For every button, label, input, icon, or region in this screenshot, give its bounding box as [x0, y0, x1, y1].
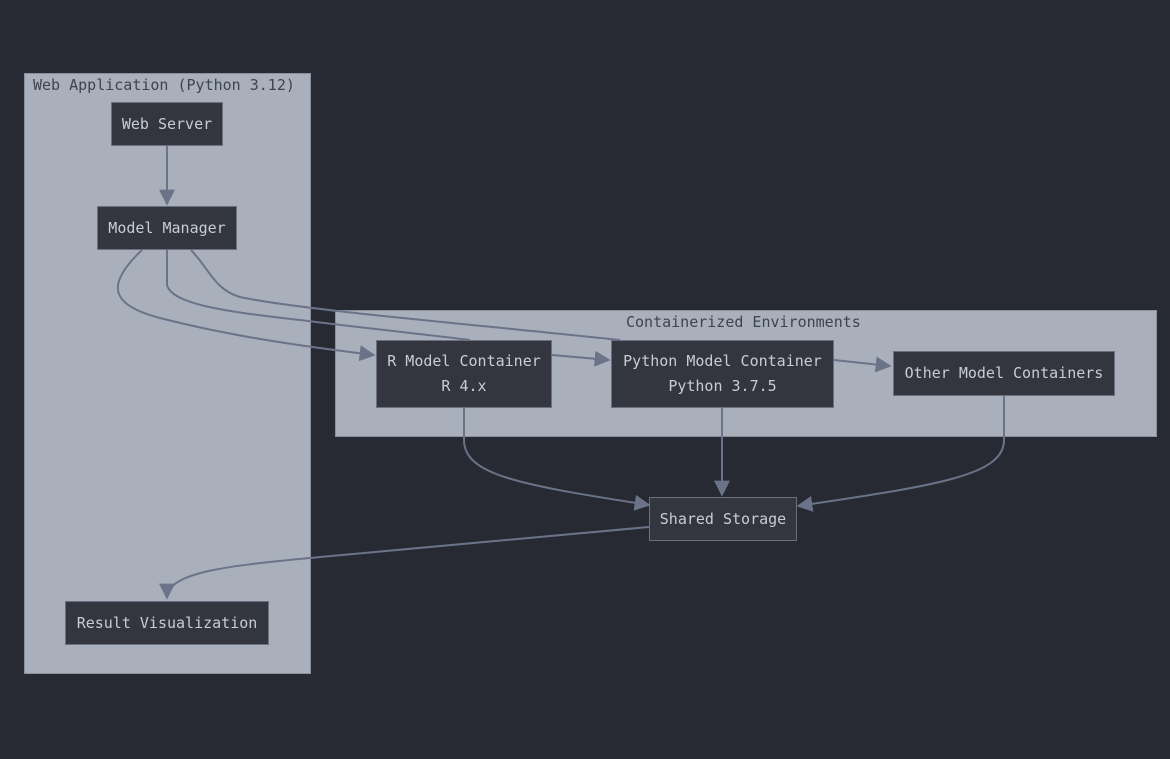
- cluster-web-application-label: Web Application (Python 3.12): [33, 76, 295, 94]
- cluster-containerized-environments-label: Containerized Environments: [626, 313, 861, 331]
- node-model-manager-label: Model Manager: [108, 218, 226, 237]
- node-r-model-container-label: R Model Container: [387, 352, 541, 370]
- node-r-model-container-version: R 4.x: [441, 377, 487, 395]
- node-web-server[interactable]: Web Server: [111, 102, 223, 146]
- node-python-model-container-label: Python Model Container: [623, 352, 822, 370]
- node-model-manager[interactable]: Model Manager: [97, 206, 237, 250]
- node-python-model-container[interactable]: Python Model Container Python 3.7.5: [611, 340, 834, 408]
- node-shared-storage-label: Shared Storage: [659, 509, 787, 528]
- node-result-visualization-label: Result Visualization: [76, 613, 258, 632]
- node-other-model-containers-label: Other Model Containers: [904, 364, 1104, 382]
- node-shared-storage[interactable]: Shared Storage: [649, 497, 797, 541]
- diagram-canvas: Web Application (Python 3.12) Containeri…: [0, 0, 1170, 759]
- node-r-model-container[interactable]: R Model Container R 4.x: [376, 340, 552, 408]
- node-other-model-containers[interactable]: Other Model Containers: [893, 351, 1115, 396]
- node-result-visualization[interactable]: Result Visualization: [65, 601, 269, 645]
- cluster-web-application: Web Application (Python 3.12): [24, 73, 311, 674]
- node-web-server-label: Web Server: [121, 114, 213, 133]
- node-python-model-container-version: Python 3.7.5: [668, 377, 777, 395]
